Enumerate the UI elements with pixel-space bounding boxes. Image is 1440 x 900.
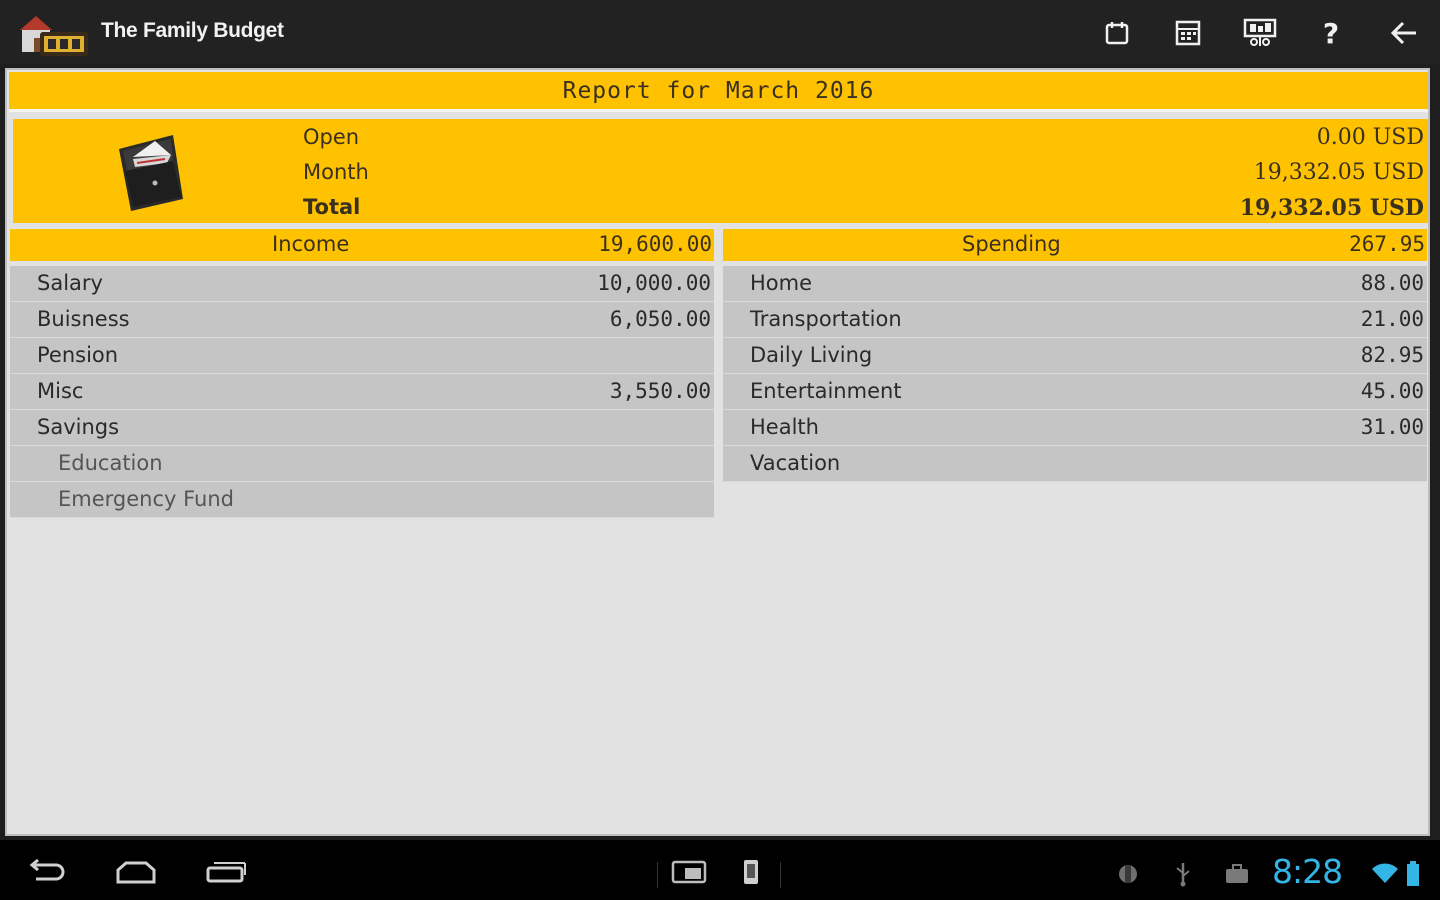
income-list: Salary 10,000.00 Buisness 6,050.00 Pensi…	[10, 266, 714, 518]
spending-row-vacation[interactable]: Vacation	[723, 446, 1427, 482]
system-nav-bar: 8:28	[0, 840, 1440, 900]
app-title: The Family Budget	[101, 19, 284, 42]
calendar-icon	[1105, 22, 1129, 45]
wallet-icon	[111, 127, 191, 217]
back-arrow-icon	[1390, 21, 1416, 45]
content-area: Report for March 2016 Open 0.00 USD Mont…	[0, 64, 1440, 840]
list-item-label: Entertainment	[750, 379, 902, 403]
help-button[interactable]: ?	[1309, 12, 1353, 54]
income-row-misc[interactable]: Misc 3,550.00	[10, 374, 714, 410]
income-header[interactable]: Income 19,600.00	[10, 229, 714, 261]
list-item-value: 6,050.00	[609, 307, 711, 331]
spending-row-transportation[interactable]: Transportation 21.00	[723, 302, 1427, 338]
report-panel: Report for March 2016 Open 0.00 USD Mont…	[5, 68, 1430, 836]
spending-total: 267.95	[1349, 232, 1425, 256]
nav-divider	[657, 862, 658, 888]
report-header: Report for March 2016	[9, 72, 1428, 112]
month-value: 19,332.05 USD	[1253, 160, 1424, 185]
presentation-icon	[1243, 18, 1277, 46]
income-row-pension[interactable]: Pension	[10, 338, 714, 374]
summary-section: Open 0.00 USD Month 19,332.05 USD Total …	[13, 119, 1428, 223]
total-label: Total	[303, 195, 361, 219]
list-item-value: 21.00	[1360, 307, 1424, 331]
home-icon	[116, 861, 156, 884]
list-item-label: Transportation	[750, 307, 902, 331]
android-debug-icon	[1119, 865, 1137, 883]
usb-status	[1172, 860, 1194, 888]
list-item-label: Misc	[37, 379, 84, 403]
spending-list: Home 88.00 Transportation 21.00 Daily Li…	[723, 266, 1427, 482]
calendar-month-button[interactable]	[1166, 12, 1210, 54]
help-icon: ?	[1322, 16, 1340, 50]
wifi-icon	[1372, 863, 1398, 883]
screen-mode-icon	[671, 860, 707, 884]
list-item-label: Emergency Fund	[58, 487, 234, 511]
income-label: Income	[272, 232, 350, 256]
spending-label: Spending	[962, 232, 1061, 256]
month-label: Month	[303, 160, 369, 184]
list-item-value: 45.00	[1360, 379, 1424, 403]
list-item-label: Health	[750, 415, 819, 439]
nav-back-button[interactable]	[20, 856, 72, 888]
nav-home-button[interactable]	[110, 856, 162, 888]
presentation-button[interactable]	[1238, 12, 1282, 54]
spending-header[interactable]: Spending 267.95	[723, 229, 1427, 261]
open-label: Open	[303, 125, 360, 149]
list-item-value: 3,550.00	[609, 379, 711, 403]
list-item-value: 88.00	[1360, 271, 1424, 295]
income-row-education[interactable]: Education	[10, 446, 714, 482]
nav-recent-apps-button[interactable]	[200, 856, 252, 888]
wifi-status	[1370, 862, 1400, 886]
battery-icon	[1407, 861, 1419, 886]
income-row-salary[interactable]: Salary 10,000.00	[10, 266, 714, 302]
list-item-label: Buisness	[37, 307, 130, 331]
report-title: Report for March 2016	[562, 77, 875, 104]
app-notification-status	[1222, 860, 1252, 888]
list-item-label: Vacation	[750, 451, 841, 475]
action-bar: The Family Budget ?	[0, 0, 1440, 64]
list-item-label: Education	[58, 451, 163, 475]
phone-icon	[744, 860, 758, 884]
briefcase-icon	[1226, 864, 1248, 883]
calendar-grid-icon	[1175, 20, 1201, 46]
total-value: 19,332.05 USD	[1239, 195, 1424, 221]
android-debug-status	[1114, 860, 1142, 888]
calendar-button[interactable]	[1095, 12, 1139, 54]
list-item-label: Home	[750, 271, 813, 295]
list-item-label: Daily Living	[750, 343, 873, 367]
spending-row-daily-living[interactable]: Daily Living 82.95	[723, 338, 1427, 374]
nav-divider	[780, 862, 781, 888]
app-logo-icon	[14, 12, 90, 58]
usb-icon	[1176, 863, 1190, 887]
recent-apps-icon	[206, 862, 246, 883]
income-row-emergency-fund[interactable]: Emergency Fund	[10, 482, 714, 518]
list-item-value: 10,000.00	[597, 271, 711, 295]
list-item-value: 31.00	[1360, 415, 1424, 439]
screen-mode-button[interactable]	[666, 857, 712, 887]
list-item-label: Salary	[37, 271, 103, 295]
spending-row-entertainment[interactable]: Entertainment 45.00	[723, 374, 1427, 410]
spending-row-health[interactable]: Health 31.00	[723, 410, 1427, 446]
income-total: 19,600.00	[598, 232, 712, 256]
back-button[interactable]	[1382, 12, 1426, 54]
list-item-label: Pension	[37, 343, 119, 367]
status-clock: 8:28	[1272, 852, 1343, 891]
income-row-buisness[interactable]: Buisness 6,050.00	[10, 302, 714, 338]
income-row-savings[interactable]: Savings	[10, 410, 714, 446]
battery-status	[1404, 861, 1422, 887]
spending-row-home[interactable]: Home 88.00	[723, 266, 1427, 302]
open-value: 0.00 USD	[1316, 125, 1424, 150]
screenshot-button[interactable]	[738, 857, 764, 887]
nav-back-icon	[29, 859, 65, 881]
list-item-label: Savings	[37, 415, 120, 439]
list-item-value: 82.95	[1360, 343, 1424, 367]
